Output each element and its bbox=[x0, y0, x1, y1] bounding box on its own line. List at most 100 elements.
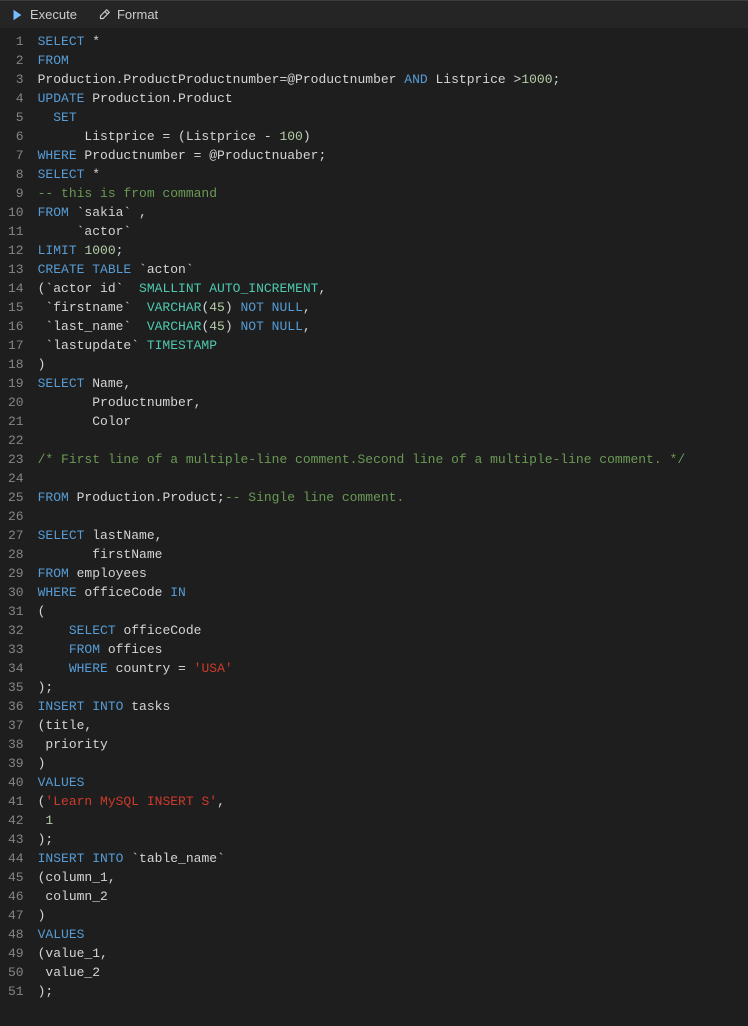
code-line[interactable]: VALUES bbox=[38, 925, 748, 944]
code-line[interactable]: value_2 bbox=[38, 963, 748, 982]
code-line[interactable]: ); bbox=[38, 982, 748, 1001]
code-line[interactable]: Color bbox=[38, 412, 748, 431]
code-line[interactable] bbox=[38, 507, 748, 526]
token-type: TIMESTAMP bbox=[147, 336, 217, 355]
code-line[interactable]: ( bbox=[38, 602, 748, 621]
token-id: `sakia` , bbox=[69, 203, 147, 222]
code-line[interactable]: (column_1, bbox=[38, 868, 748, 887]
code-line[interactable]: `firstname` VARCHAR(45) NOT NULL, bbox=[38, 298, 748, 317]
code-line[interactable]: VALUES bbox=[38, 773, 748, 792]
code-line[interactable]: CREATE TABLE `acton` bbox=[38, 260, 748, 279]
code-line[interactable]: WHERE officeCode IN bbox=[38, 583, 748, 602]
token-kw: NOT NULL bbox=[240, 317, 302, 336]
format-label: Format bbox=[117, 7, 158, 22]
token-id: * bbox=[84, 165, 100, 184]
line-number: 23 bbox=[8, 450, 24, 469]
code-line[interactable]: SET bbox=[38, 108, 748, 127]
code-line[interactable]: SELECT * bbox=[38, 32, 748, 51]
token-kw: CREATE TABLE bbox=[38, 260, 132, 279]
token-id: `last_name` bbox=[38, 317, 147, 336]
code-line[interactable]: UPDATE Production.Product bbox=[38, 89, 748, 108]
code-line[interactable]: ); bbox=[38, 678, 748, 697]
code-line[interactable]: Listprice = (Listprice - 100) bbox=[38, 127, 748, 146]
line-number: 41 bbox=[8, 792, 24, 811]
code-line[interactable]: INSERT INTO `table_name` bbox=[38, 849, 748, 868]
code-line[interactable]: (`actor id` SMALLINT AUTO_INCREMENT, bbox=[38, 279, 748, 298]
token-str: 'USA' bbox=[194, 659, 233, 678]
line-number: 29 bbox=[8, 564, 24, 583]
line-number: 8 bbox=[8, 165, 24, 184]
token-id: column_2 bbox=[38, 887, 108, 906]
code-line[interactable]: Production.ProductProductnumber=@Product… bbox=[38, 70, 748, 89]
code-line[interactable]: ) bbox=[38, 754, 748, 773]
token-kw: NOT NULL bbox=[240, 298, 302, 317]
code-area[interactable]: SELECT *FROMProduction.ProductProductnum… bbox=[38, 28, 748, 1005]
code-line[interactable]: SELECT officeCode bbox=[38, 621, 748, 640]
code-line[interactable]: /* First line of a multiple-line comment… bbox=[38, 450, 748, 469]
code-line[interactable]: WHERE country = 'USA' bbox=[38, 659, 748, 678]
line-number: 27 bbox=[8, 526, 24, 545]
token-id: officeCode bbox=[77, 583, 171, 602]
execute-button[interactable]: Execute bbox=[10, 7, 77, 22]
token-punc: ( bbox=[38, 602, 46, 621]
code-line[interactable]: priority bbox=[38, 735, 748, 754]
code-line[interactable]: 1 bbox=[38, 811, 748, 830]
code-line[interactable]: WHERE Productnumber = @Productnuaber; bbox=[38, 146, 748, 165]
code-line[interactable]: Productnumber, bbox=[38, 393, 748, 412]
token-id: column_1, bbox=[45, 868, 115, 887]
code-line[interactable]: SELECT lastName, bbox=[38, 526, 748, 545]
token-punc: ( bbox=[38, 868, 46, 887]
code-line[interactable]: SELECT Name, bbox=[38, 374, 748, 393]
code-line[interactable]: ) bbox=[38, 906, 748, 925]
code-line[interactable] bbox=[38, 469, 748, 488]
code-line[interactable]: INSERT INTO tasks bbox=[38, 697, 748, 716]
code-line[interactable]: FROM `sakia` , bbox=[38, 203, 748, 222]
code-line[interactable]: FROM offices bbox=[38, 640, 748, 659]
format-button[interactable]: Format bbox=[97, 7, 158, 22]
token-kw: VALUES bbox=[38, 925, 85, 944]
code-line[interactable]: -- this is from command bbox=[38, 184, 748, 203]
code-line[interactable]: (value_1, bbox=[38, 944, 748, 963]
code-line[interactable] bbox=[38, 431, 748, 450]
token-id bbox=[38, 621, 69, 640]
code-line[interactable]: `actor` bbox=[38, 222, 748, 241]
token-id: officeCode bbox=[116, 621, 202, 640]
token-type: VARCHAR bbox=[147, 298, 202, 317]
token-punc: ) bbox=[38, 355, 46, 374]
code-line[interactable]: FROM Production.Product;-- Single line c… bbox=[38, 488, 748, 507]
code-line[interactable]: `lastupdate` TIMESTAMP bbox=[38, 336, 748, 355]
token-num: 45 bbox=[209, 317, 225, 336]
line-number: 44 bbox=[8, 849, 24, 868]
token-kw: UPDATE bbox=[38, 89, 85, 108]
token-id: value_1, bbox=[45, 944, 107, 963]
token-punc: , bbox=[303, 317, 311, 336]
token-num: 1000 bbox=[521, 70, 552, 89]
line-number: 49 bbox=[8, 944, 24, 963]
code-line[interactable]: (title, bbox=[38, 716, 748, 735]
token-kw: WHERE bbox=[38, 146, 77, 165]
token-id: Name, bbox=[84, 374, 131, 393]
code-line[interactable]: FROM bbox=[38, 51, 748, 70]
code-line[interactable]: ('Learn MySQL INSERT S', bbox=[38, 792, 748, 811]
code-editor[interactable]: 1234567891011121314151617181920212223242… bbox=[0, 28, 748, 1005]
line-number: 19 bbox=[8, 374, 24, 393]
line-number: 34 bbox=[8, 659, 24, 678]
line-number: 47 bbox=[8, 906, 24, 925]
line-number: 7 bbox=[8, 146, 24, 165]
code-line[interactable]: LIMIT 1000; bbox=[38, 241, 748, 260]
code-line[interactable]: ); bbox=[38, 830, 748, 849]
code-line[interactable]: firstName bbox=[38, 545, 748, 564]
code-line[interactable]: `last_name` VARCHAR(45) NOT NULL, bbox=[38, 317, 748, 336]
token-kw: SELECT bbox=[38, 526, 85, 545]
code-line[interactable]: ) bbox=[38, 355, 748, 374]
token-str: 'Learn MySQL INSERT S' bbox=[45, 792, 217, 811]
code-line[interactable]: column_2 bbox=[38, 887, 748, 906]
token-type: VARCHAR bbox=[147, 317, 202, 336]
token-id: country = bbox=[108, 659, 194, 678]
token-id: `actor` bbox=[38, 222, 132, 241]
code-line[interactable]: SELECT * bbox=[38, 165, 748, 184]
line-number: 15 bbox=[8, 298, 24, 317]
token-id bbox=[38, 640, 69, 659]
token-id: employees bbox=[69, 564, 147, 583]
code-line[interactable]: FROM employees bbox=[38, 564, 748, 583]
